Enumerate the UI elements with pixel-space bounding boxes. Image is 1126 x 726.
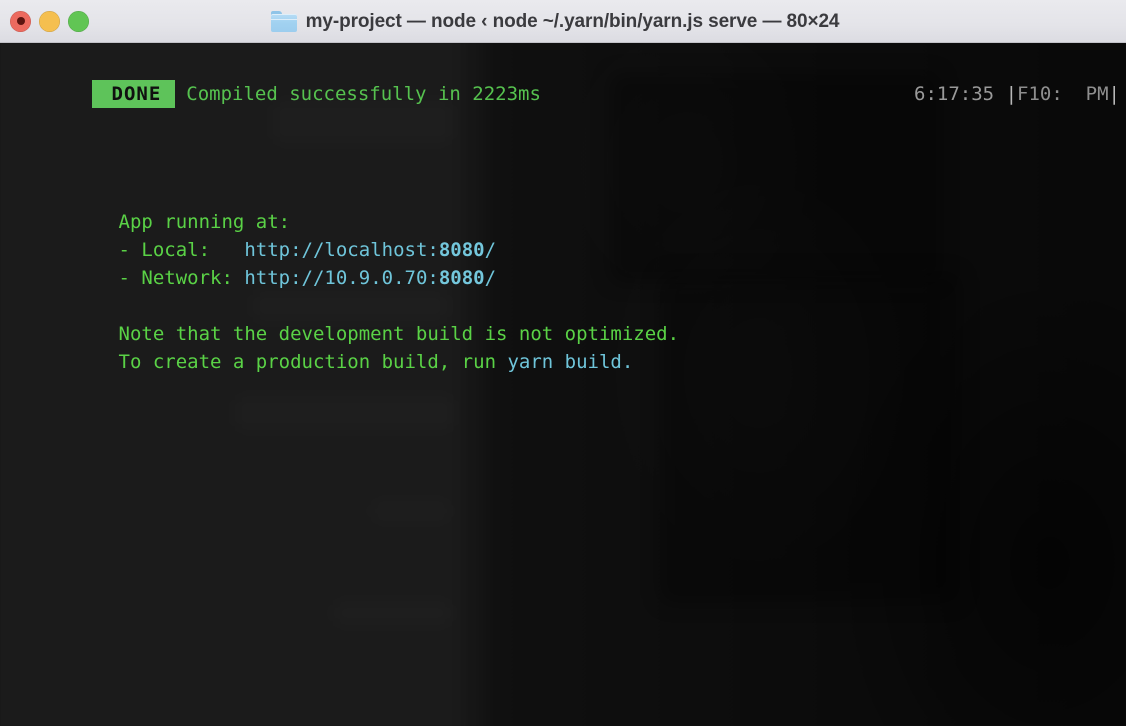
network-label: - Network: — [118, 267, 245, 289]
line-note: Note that the development build is not o… — [0, 292, 1126, 345]
status-message: Compiled successfully in 2223ms — [186, 83, 541, 105]
window-title-area: my-project — node ‹ node ~/.yarn/bin/yar… — [0, 0, 1126, 43]
network-port[interactable]: 8080 — [439, 267, 485, 289]
terminal-screen[interactable]: DONE Compiled successfully in 2223ms 6:17… — [0, 43, 1126, 726]
line-build-hint: To create a production build, run yarn b… — [0, 320, 1126, 373]
status-badge: DONE — [91, 80, 176, 108]
marker-text: F10: PM — [1017, 83, 1109, 105]
network-url-prefix[interactable]: http://10.9.0.70: — [244, 267, 438, 289]
folder-icon — [270, 11, 297, 32]
clock-text: 6:17:35 — [914, 83, 995, 105]
marker-left-bar: | — [1005, 83, 1018, 105]
close-button[interactable] — [10, 10, 31, 32]
line-network-url: - Network: http://10.9.0.70:8080/ — [0, 236, 1126, 289]
window-titlebar: my-project — node ‹ node ~/.yarn/bin/yar… — [0, 0, 1126, 43]
status-right-group: 6:17:35 |F10: PM| — [800, 52, 1126, 105]
zoom-button[interactable] — [68, 10, 89, 32]
network-url-suffix[interactable]: / — [485, 267, 496, 289]
marker-right-bar: | — [1108, 83, 1120, 105]
status-line: DONE Compiled successfully in 2223ms 6:17… — [0, 52, 1126, 108]
minimize-button[interactable] — [39, 10, 60, 32]
line-local-url: - Local: http://localhost:8080/ — [0, 208, 1126, 261]
build-command: yarn build. — [507, 351, 634, 373]
traffic-light-group — [0, 10, 89, 32]
window-title-text: my-project — node ‹ node ~/.yarn/bin/yar… — [305, 10, 840, 32]
terminal-window: my-project — node ‹ node ~/.yarn/bin/yar… — [0, 0, 1126, 726]
build-hint-prefix: To create a production build, run — [118, 351, 508, 373]
line-app-running: App running at: — [0, 180, 1126, 233]
terminal-text-grid: DONE Compiled successfully in 2223ms 6:17… — [0, 43, 1126, 726]
